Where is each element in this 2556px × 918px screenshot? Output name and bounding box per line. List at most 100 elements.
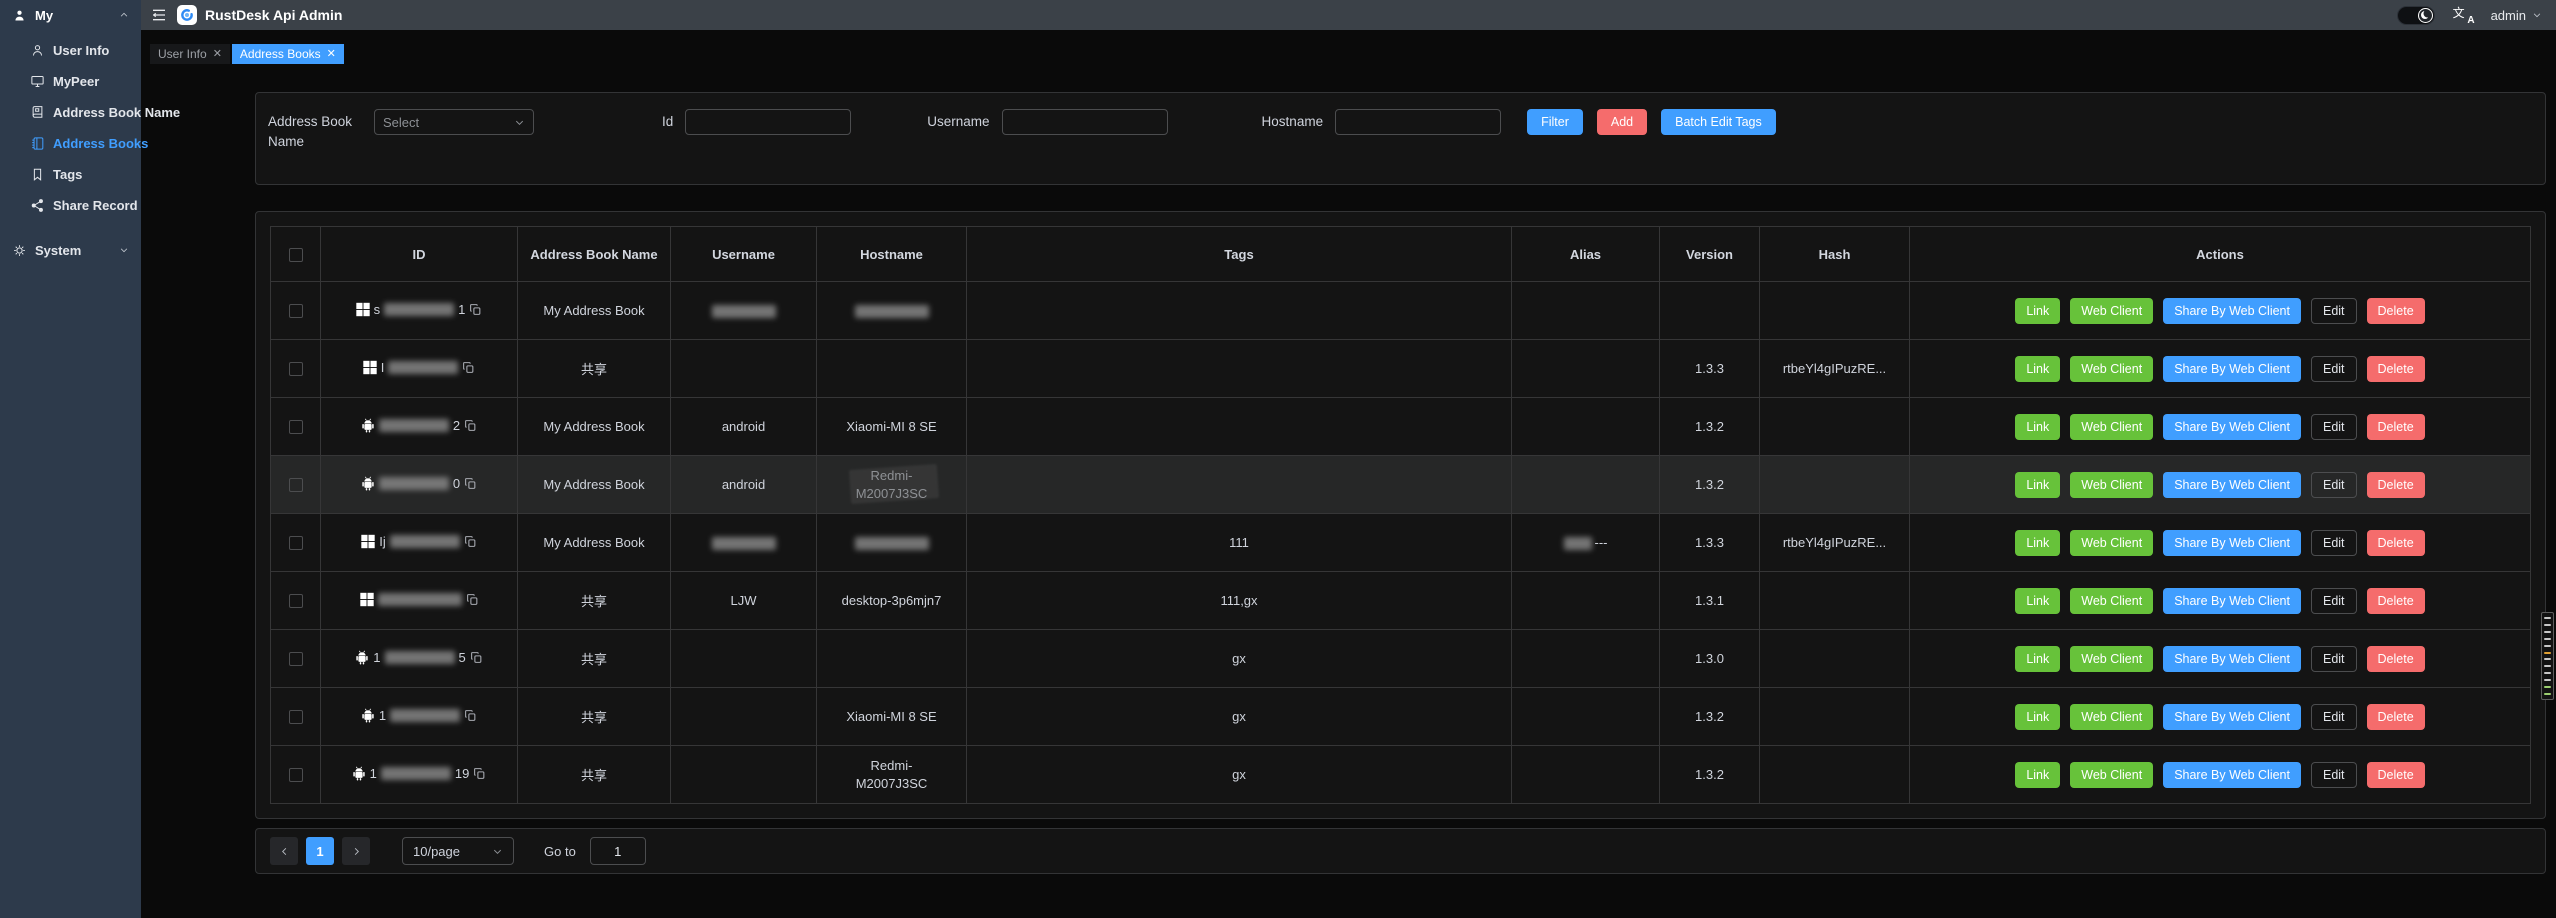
share-by-web-client-button[interactable]: Share By Web Client <box>2163 356 2301 382</box>
copy-icon[interactable] <box>462 361 475 374</box>
link-button[interactable]: Link <box>2015 646 2060 672</box>
username-input[interactable] <box>1002 109 1168 135</box>
link-button[interactable]: Link <box>2015 472 2060 498</box>
link-button[interactable]: Link <box>2015 588 2060 614</box>
web-client-button[interactable]: Web Client <box>2070 646 2153 672</box>
web-client-button[interactable]: Web Client <box>2070 414 2153 440</box>
next-page-button[interactable] <box>342 837 370 865</box>
select-all-checkbox[interactable] <box>289 248 303 262</box>
delete-button[interactable]: Delete <box>2367 646 2425 672</box>
link-button[interactable]: Link <box>2015 414 2060 440</box>
id-input[interactable] <box>685 109 851 135</box>
sidebar-item-user-info[interactable]: User Info <box>0 35 141 66</box>
web-client-button[interactable]: Web Client <box>2070 472 2153 498</box>
scroll-marker-widget[interactable] <box>2541 612 2554 700</box>
delete-button[interactable]: Delete <box>2367 762 2425 788</box>
row-checkbox[interactable] <box>289 420 303 434</box>
share-by-web-client-button[interactable]: Share By Web Client <box>2163 704 2301 730</box>
theme-toggle[interactable] <box>2397 6 2435 25</box>
page-number-button[interactable]: 1 <box>306 837 334 865</box>
edit-button[interactable]: Edit <box>2311 588 2357 614</box>
table-row[interactable]: 119共享Redmi- M2007J3SCgx1.3.2LinkWeb Clie… <box>271 746 2531 804</box>
hamburger-menu-icon[interactable] <box>151 7 167 23</box>
link-button[interactable]: Link <box>2015 298 2060 324</box>
table-row[interactable]: 2My Address BookandroidXiaomi-MI 8 SE1.3… <box>271 398 2531 456</box>
table-row[interactable]: IjMy Address Book111---1.3.3rtbeYl4gIPuz… <box>271 514 2531 572</box>
edit-button[interactable]: Edit <box>2311 704 2357 730</box>
tab-address-books[interactable]: Address Books ✕ <box>232 44 344 64</box>
edit-button[interactable]: Edit <box>2311 414 2357 440</box>
link-button[interactable]: Link <box>2015 530 2060 556</box>
copy-icon[interactable] <box>466 593 479 606</box>
filter-button[interactable]: Filter <box>1527 109 1583 135</box>
edit-button[interactable]: Edit <box>2311 646 2357 672</box>
row-checkbox[interactable] <box>289 652 303 666</box>
web-client-button[interactable]: Web Client <box>2070 762 2153 788</box>
edit-button[interactable]: Edit <box>2311 472 2357 498</box>
delete-button[interactable]: Delete <box>2367 472 2425 498</box>
edit-button[interactable]: Edit <box>2311 356 2357 382</box>
batch-edit-tags-button[interactable]: Batch Edit Tags <box>1661 109 1776 135</box>
sidebar-item-share-record[interactable]: Share Record <box>0 190 141 221</box>
sidebar-group-my[interactable]: My <box>0 0 141 30</box>
page-size-select[interactable]: 10/page <box>402 837 514 865</box>
web-client-button[interactable]: Web Client <box>2070 530 2153 556</box>
delete-button[interactable]: Delete <box>2367 298 2425 324</box>
delete-button[interactable]: Delete <box>2367 414 2425 440</box>
link-button[interactable]: Link <box>2015 356 2060 382</box>
copy-icon[interactable] <box>470 651 483 664</box>
table-row[interactable]: 15共享gx1.3.0LinkWeb ClientShare By Web Cl… <box>271 630 2531 688</box>
edit-button[interactable]: Edit <box>2311 762 2357 788</box>
admin-user-dropdown[interactable]: admin <box>2491 8 2542 23</box>
row-checkbox[interactable] <box>289 478 303 492</box>
row-checkbox[interactable] <box>289 536 303 550</box>
row-checkbox[interactable] <box>289 768 303 782</box>
table-row[interactable]: 1共享Xiaomi-MI 8 SEgx1.3.2LinkWeb ClientSh… <box>271 688 2531 746</box>
share-by-web-client-button[interactable]: Share By Web Client <box>2163 646 2301 672</box>
close-icon[interactable]: ✕ <box>213 49 222 60</box>
edit-button[interactable]: Edit <box>2311 530 2357 556</box>
sidebar-item-tags[interactable]: Tags <box>0 159 141 190</box>
share-by-web-client-button[interactable]: Share By Web Client <box>2163 530 2301 556</box>
close-icon[interactable]: ✕ <box>327 49 336 60</box>
delete-button[interactable]: Delete <box>2367 704 2425 730</box>
hostname-input[interactable] <box>1335 109 1501 135</box>
table-row[interactable]: s1My Address BookLinkWeb ClientShare By … <box>271 282 2531 340</box>
web-client-button[interactable]: Web Client <box>2070 704 2153 730</box>
share-by-web-client-button[interactable]: Share By Web Client <box>2163 762 2301 788</box>
sidebar-item-address-book-name[interactable]: Address Book Name <box>0 97 141 128</box>
link-button[interactable]: Link <box>2015 762 2060 788</box>
sidebar-group-system[interactable]: System <box>0 235 141 265</box>
copy-icon[interactable] <box>464 419 477 432</box>
table-row[interactable]: 共享LJWdesktop-3p6mjn7111,gx1.3.1LinkWeb C… <box>271 572 2531 630</box>
copy-icon[interactable] <box>469 303 482 316</box>
address-book-name-select[interactable]: Select <box>374 109 534 135</box>
language-translate-icon[interactable]: 文A <box>2453 6 2473 24</box>
copy-icon[interactable] <box>464 477 477 490</box>
share-by-web-client-button[interactable]: Share By Web Client <box>2163 298 2301 324</box>
add-button[interactable]: Add <box>1597 109 1647 135</box>
goto-page-input[interactable] <box>590 837 646 865</box>
prev-page-button[interactable] <box>270 837 298 865</box>
table-row[interactable]: 0My Address BookandroidRedmi- M2007J3SC1… <box>271 456 2531 514</box>
copy-icon[interactable] <box>464 709 477 722</box>
web-client-button[interactable]: Web Client <box>2070 356 2153 382</box>
copy-icon[interactable] <box>464 535 477 548</box>
web-client-button[interactable]: Web Client <box>2070 298 2153 324</box>
row-checkbox[interactable] <box>289 304 303 318</box>
sidebar-item-address-books[interactable]: Address Books <box>0 128 141 159</box>
delete-button[interactable]: Delete <box>2367 356 2425 382</box>
row-checkbox[interactable] <box>289 594 303 608</box>
delete-button[interactable]: Delete <box>2367 530 2425 556</box>
table-row[interactable]: I共享1.3.3rtbeYl4gIPuzRE...LinkWeb ClientS… <box>271 340 2531 398</box>
edit-button[interactable]: Edit <box>2311 298 2357 324</box>
tab-user-info[interactable]: User Info ✕ <box>150 44 230 64</box>
web-client-button[interactable]: Web Client <box>2070 588 2153 614</box>
link-button[interactable]: Link <box>2015 704 2060 730</box>
share-by-web-client-button[interactable]: Share By Web Client <box>2163 414 2301 440</box>
row-checkbox[interactable] <box>289 362 303 376</box>
sidebar-item-mypeer[interactable]: MyPeer <box>0 66 141 97</box>
copy-icon[interactable] <box>473 767 486 780</box>
share-by-web-client-button[interactable]: Share By Web Client <box>2163 588 2301 614</box>
delete-button[interactable]: Delete <box>2367 588 2425 614</box>
